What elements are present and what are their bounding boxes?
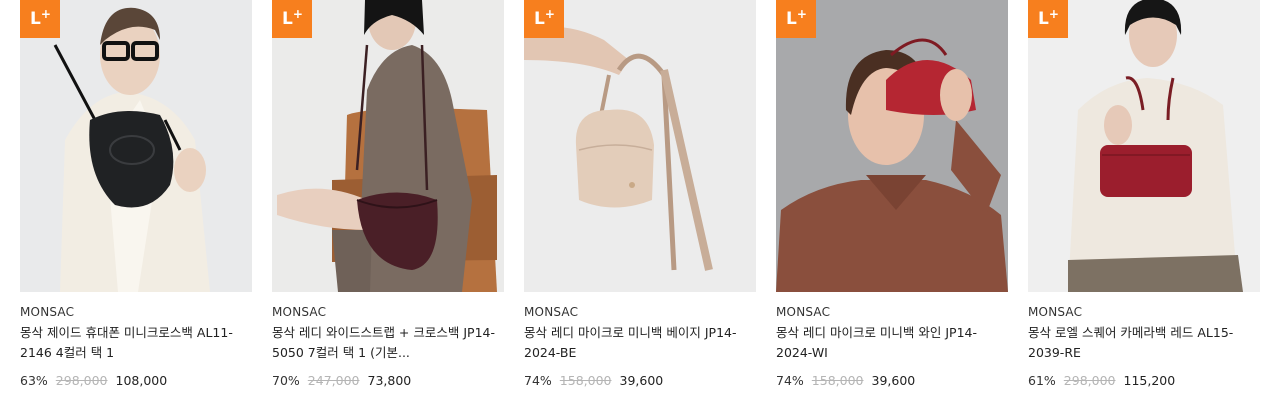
product-grid: L + MONSAC 몽삭 제이드 휴대폰 미니크로스백 AL11-2146 4컬…	[0, 0, 1268, 420]
discount-rate: 61%	[1028, 373, 1056, 388]
woman-chair-burgundy-bag-photo	[272, 0, 504, 292]
product-prices: 63% 298,000 108,000	[20, 373, 167, 388]
discount-rate: 63%	[20, 373, 48, 388]
discount-rate: 70%	[272, 373, 300, 388]
sale-price: 39,600	[871, 373, 916, 388]
woman-red-bag-photo	[776, 0, 1008, 292]
l-plus-badge: L +	[776, 0, 816, 38]
product-prices: 74% 158,000 39,600	[776, 373, 915, 388]
product-card[interactable]: L + MONSAC 몽삭 레디 마이크로 미니백 와인 JP14-2024-WI…	[776, 0, 1008, 420]
product-image[interactable]: L +	[1028, 0, 1260, 292]
product-prices: 74% 158,000 39,600	[524, 373, 663, 388]
product-card[interactable]: L + MONSAC 몽삭 레디 마이크로 미니백 베이지 JP14-2024-B…	[524, 0, 756, 420]
l-plus-badge: L +	[20, 0, 60, 38]
sale-price: 73,800	[367, 373, 412, 388]
sale-price: 108,000	[115, 373, 168, 388]
original-price: 247,000	[307, 373, 360, 388]
product-image[interactable]: L +	[20, 0, 252, 292]
beige-mini-bag-photo	[524, 0, 756, 292]
woman-red-camera-bag-photo	[1028, 0, 1260, 292]
product-brand: MONSAC	[524, 305, 579, 319]
product-card[interactable]: L + MONSAC 몽삭 제이드 휴대폰 미니크로스백 AL11-2146 4컬…	[20, 0, 252, 420]
product-image[interactable]: L +	[776, 0, 1008, 292]
product-brand: MONSAC	[1028, 305, 1083, 319]
original-price: 298,000	[55, 373, 108, 388]
discount-rate: 74%	[524, 373, 552, 388]
l-plus-badge: L +	[272, 0, 312, 38]
product-title[interactable]: 몽삭 레디 마이크로 미니백 와인 JP14-2024-WI	[776, 323, 1002, 363]
product-card[interactable]: L + MONSAC 몽삭 레디 와이드스트랩 + 크로스백 JP14-5050 …	[272, 0, 504, 420]
product-title[interactable]: 몽삭 레디 와이드스트랩 + 크로스백 JP14-5050 7컬러 택 1 (기…	[272, 323, 498, 363]
product-brand: MONSAC	[776, 305, 831, 319]
product-brand: MONSAC	[272, 305, 327, 319]
sale-price: 115,200	[1123, 373, 1176, 388]
original-price: 298,000	[1063, 373, 1116, 388]
product-prices: 61% 298,000 115,200	[1028, 373, 1175, 388]
product-title[interactable]: 몽삭 제이드 휴대폰 미니크로스백 AL11-2146 4컬러 택 1	[20, 323, 246, 363]
woman-glasses-black-bag-photo	[20, 0, 252, 292]
product-image[interactable]: L +	[524, 0, 756, 292]
discount-rate: 74%	[776, 373, 804, 388]
original-price: 158,000	[559, 373, 612, 388]
product-title[interactable]: 몽삭 레디 마이크로 미니백 베이지 JP14-2024-BE	[524, 323, 750, 363]
sale-price: 39,600	[619, 373, 664, 388]
product-brand: MONSAC	[20, 305, 75, 319]
l-plus-badge: L +	[1028, 0, 1068, 38]
original-price: 158,000	[811, 373, 864, 388]
product-card[interactable]: L + MONSAC 몽삭 로엘 스퀘어 카메라백 레드 AL15-2039-RE…	[1028, 0, 1260, 420]
product-prices: 70% 247,000 73,800	[272, 373, 411, 388]
l-plus-badge: L +	[524, 0, 564, 38]
product-title[interactable]: 몽삭 로엘 스퀘어 카메라백 레드 AL15-2039-RE	[1028, 323, 1254, 363]
product-image[interactable]: L +	[272, 0, 504, 292]
